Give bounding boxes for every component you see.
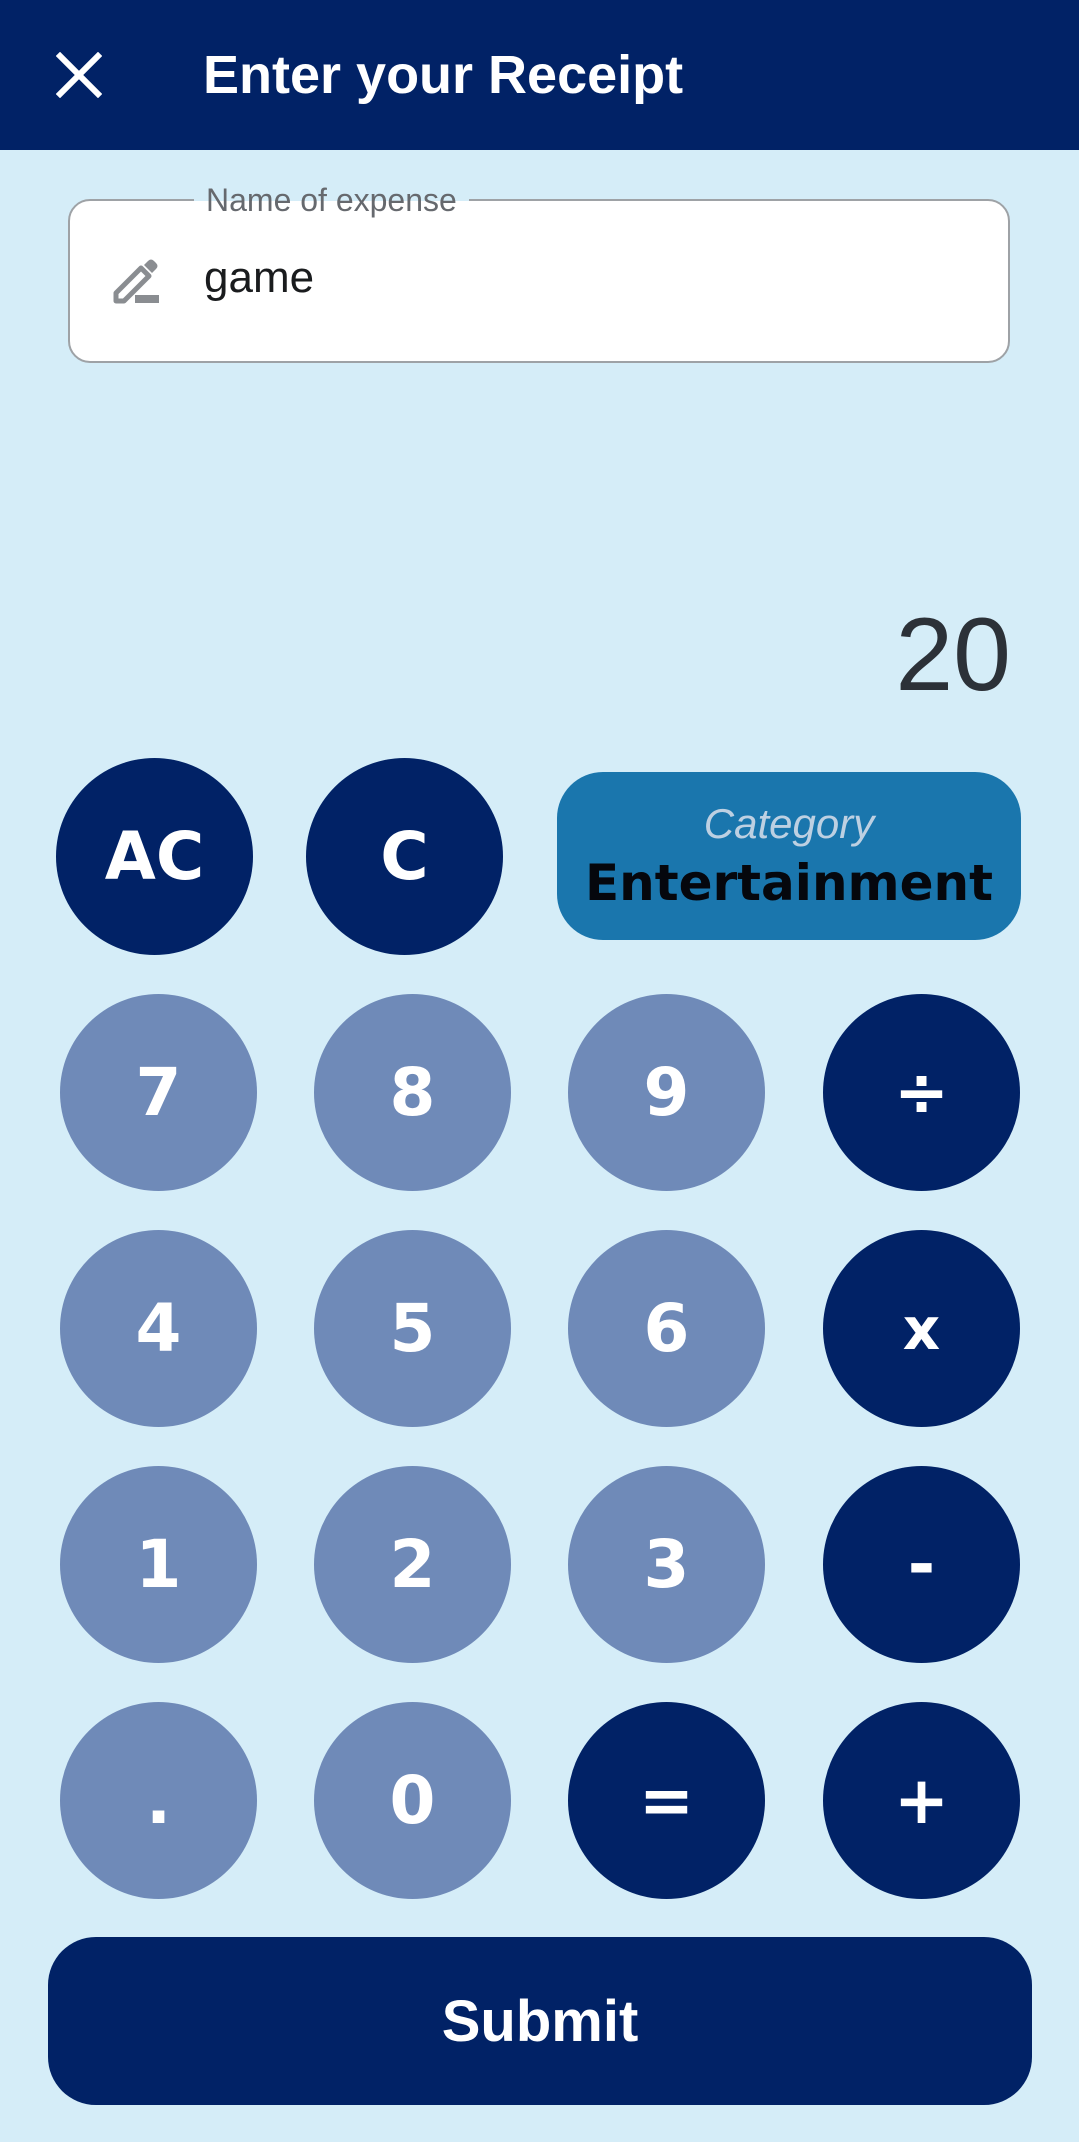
multiply-button[interactable]: x — [823, 1230, 1020, 1427]
key-5[interactable]: 5 — [314, 1230, 511, 1427]
key-0[interactable]: 0 — [314, 1702, 511, 1899]
key-8[interactable]: 8 — [314, 994, 511, 1191]
amount-display: 20 — [895, 597, 1011, 713]
expense-name-input[interactable] — [204, 241, 964, 315]
category-label: Category — [703, 800, 875, 847]
clear-button[interactable]: C — [306, 758, 503, 955]
expense-name-field[interactable]: Name of expense — [68, 181, 1010, 363]
minus-button[interactable]: - — [823, 1466, 1020, 1663]
divide-button[interactable]: ÷ — [823, 994, 1020, 1191]
pencil-icon — [113, 259, 159, 304]
expense-name-label: Name of expense — [194, 181, 469, 219]
key-2[interactable]: 2 — [314, 1466, 511, 1663]
key-4[interactable]: 4 — [60, 1230, 257, 1427]
category-button[interactable]: Category Entertainment — [557, 772, 1021, 940]
key-9[interactable]: 9 — [568, 994, 765, 1191]
plus-button[interactable]: + — [823, 1702, 1020, 1899]
app-bar: Enter your Receipt — [0, 0, 1079, 150]
key-1[interactable]: 1 — [60, 1466, 257, 1663]
key-6[interactable]: 6 — [568, 1230, 765, 1427]
key-7[interactable]: 7 — [60, 994, 257, 1191]
page-title: Enter your Receipt — [203, 45, 684, 105]
equals-button[interactable]: = — [568, 1702, 765, 1899]
all-clear-button[interactable]: AC — [56, 758, 253, 955]
submit-button[interactable]: Submit — [48, 1937, 1032, 2105]
key-3[interactable]: 3 — [568, 1466, 765, 1663]
close-icon — [56, 52, 102, 98]
decimal-point-button[interactable]: . — [60, 1702, 257, 1899]
category-value: Entertainment — [584, 854, 994, 912]
close-button[interactable] — [40, 36, 118, 114]
